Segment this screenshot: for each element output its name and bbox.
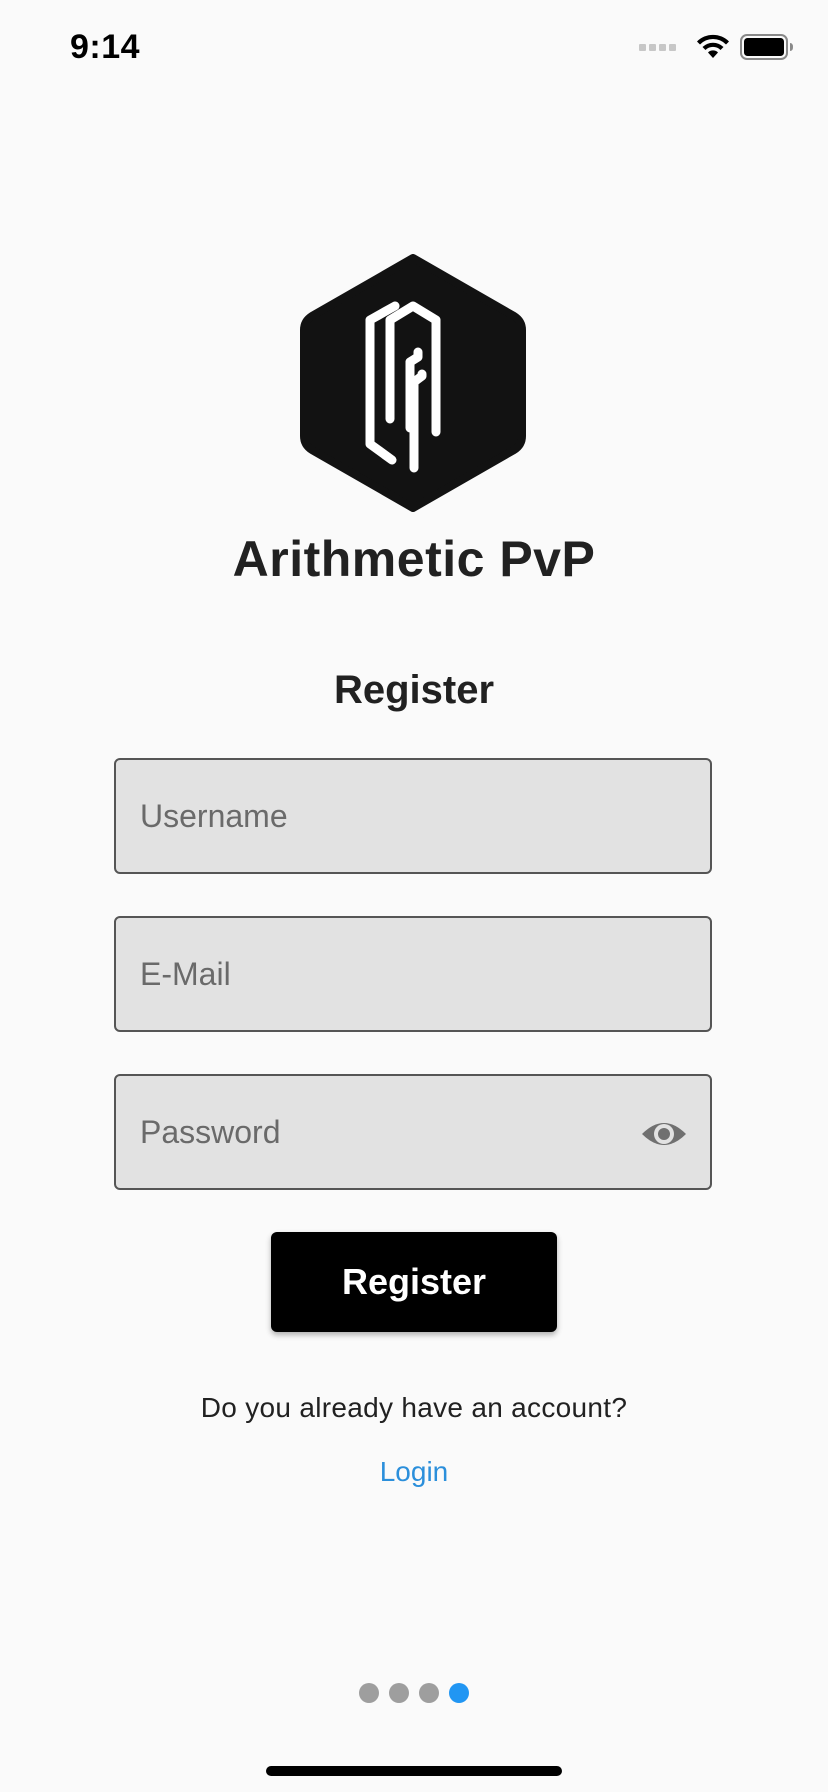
email-input[interactable]: [140, 918, 620, 1030]
username-field[interactable]: [114, 758, 712, 874]
password-field[interactable]: [114, 1074, 712, 1190]
page-indicator: [0, 1683, 828, 1703]
status-icons: [639, 34, 794, 60]
register-button[interactable]: Register: [271, 1232, 557, 1332]
cellular-icon: [639, 43, 676, 51]
status-bar: 9:14: [0, 0, 828, 100]
page-dot-1[interactable]: [359, 1683, 379, 1703]
page-dot-3[interactable]: [419, 1683, 439, 1703]
arithmetic-pvp-logo-icon: [300, 254, 526, 512]
register-heading: Register: [333, 668, 495, 712]
eye-icon[interactable]: [640, 1112, 688, 1156]
page-dot-4[interactable]: [449, 1683, 469, 1703]
battery-icon: [740, 34, 793, 60]
page-dot-2[interactable]: [389, 1683, 409, 1703]
status-time: 9:14: [70, 28, 141, 66]
account-question: Do you already have an account?: [200, 1392, 628, 1423]
email-field[interactable]: [114, 916, 712, 1032]
wifi-icon: [697, 34, 729, 58]
username-input[interactable]: [140, 760, 620, 872]
password-input[interactable]: [140, 1076, 620, 1188]
app-title: Arithmetic PvP: [232, 531, 596, 587]
login-link[interactable]: Login: [0, 1456, 828, 1488]
app-logo: [300, 254, 526, 512]
home-indicator[interactable]: [266, 1766, 562, 1776]
